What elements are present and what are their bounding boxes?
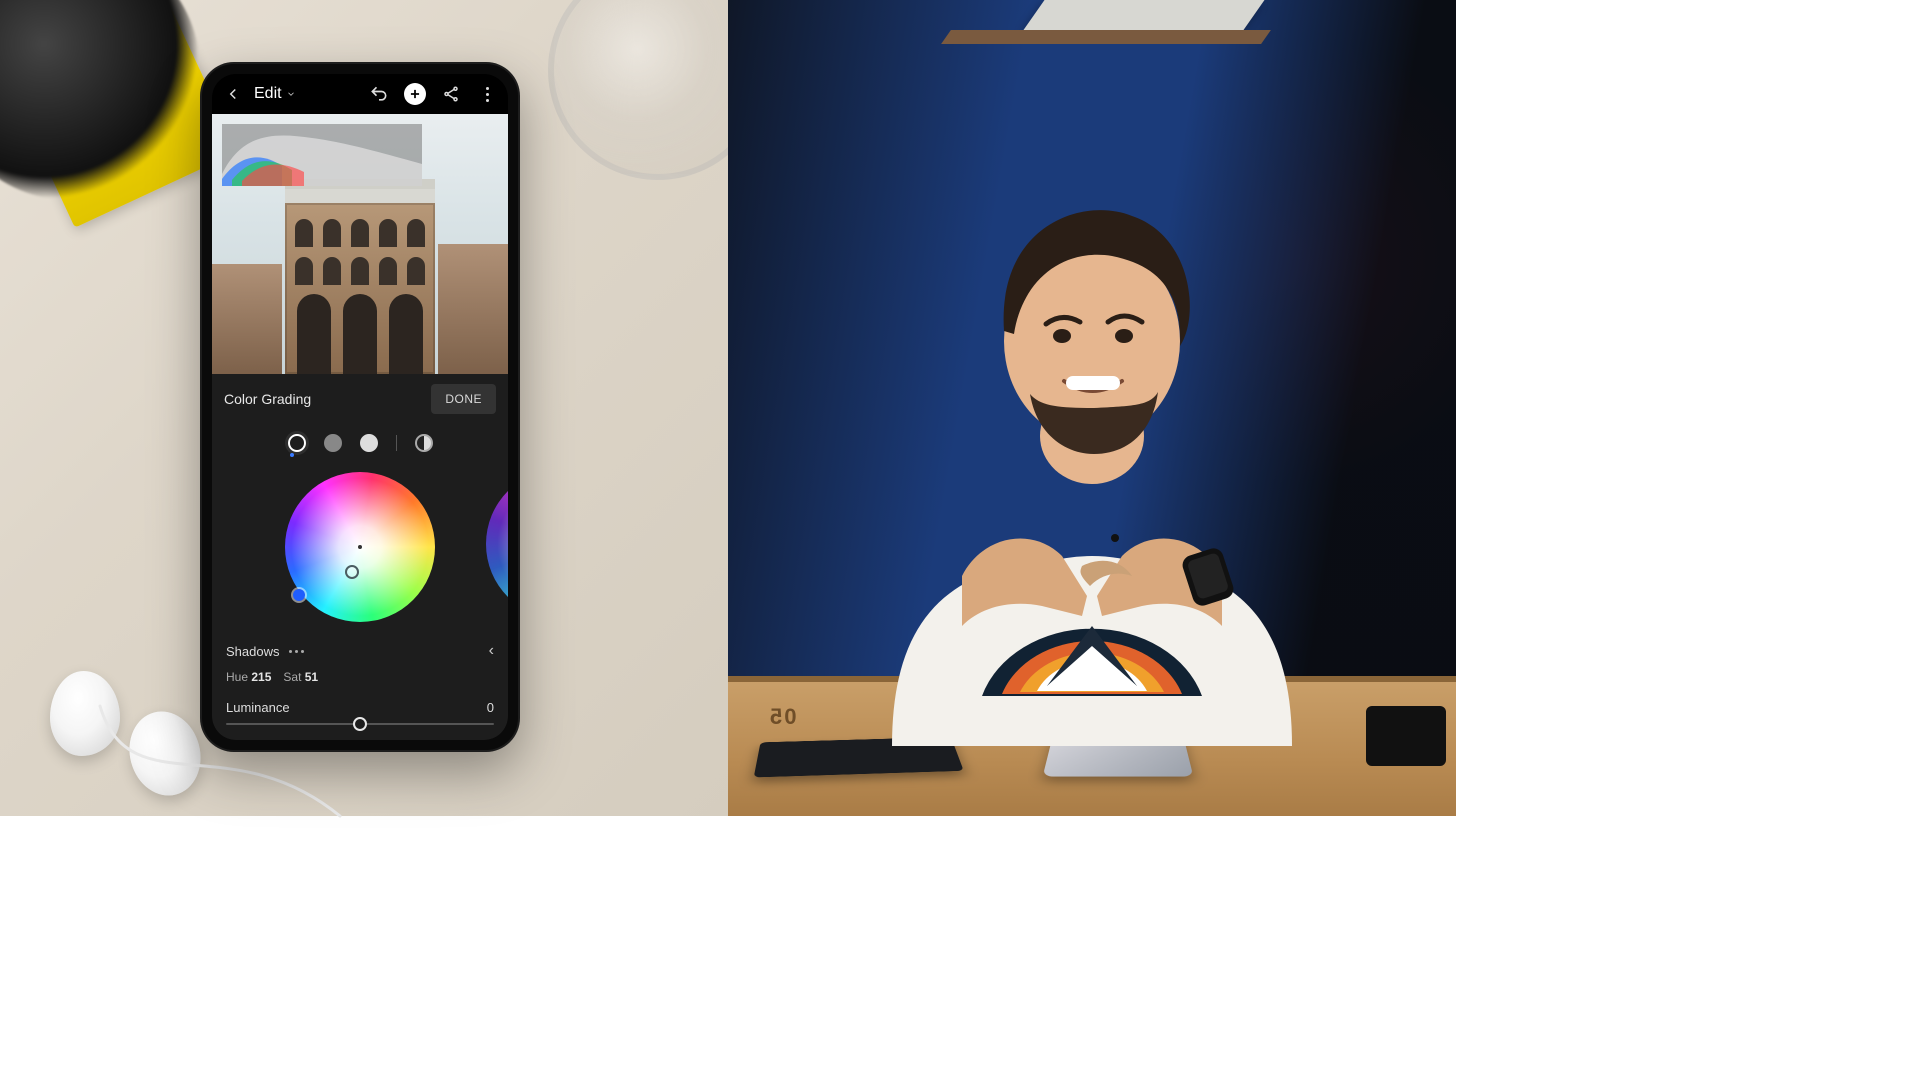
earbud-prop <box>120 703 210 803</box>
hue-label: Hue <box>226 670 248 684</box>
app-top-bar: Edit <box>212 74 508 114</box>
hue-sat-readout: Hue 215 Sat 51 <box>212 666 508 694</box>
more-h-icon[interactable] <box>289 650 304 653</box>
earbud-prop <box>50 671 120 756</box>
color-wheel-area <box>212 458 508 630</box>
slider-thumb[interactable] <box>353 717 367 731</box>
sat-label: Sat <box>283 670 301 684</box>
hue-value: 215 <box>251 670 271 684</box>
tone-midtones[interactable] <box>324 434 342 452</box>
section-label: Shadows <box>226 644 279 659</box>
tone-separator <box>396 435 397 451</box>
tone-selector-row <box>212 424 508 458</box>
photo-building <box>285 189 435 374</box>
wheel-selector-ring[interactable] <box>345 565 359 579</box>
panel-title: Color Grading <box>224 391 311 407</box>
add-icon[interactable] <box>404 83 426 105</box>
left-desk-scene: Edit <box>0 0 728 816</box>
chevron-down-icon <box>286 89 296 99</box>
chevron-left-icon[interactable]: ‹ <box>489 642 494 660</box>
presenter-figure <box>832 106 1352 746</box>
more-icon[interactable] <box>476 83 498 105</box>
adjacent-wheel-peek <box>486 469 508 619</box>
luminance-slider[interactable] <box>212 717 508 740</box>
done-button[interactable]: DONE <box>431 384 496 414</box>
desk-number-left: 05 <box>768 704 796 730</box>
color-wheel[interactable] <box>285 472 435 622</box>
luminance-value: 0 <box>487 700 494 715</box>
panel-header: Color Grading DONE <box>212 374 508 424</box>
mode-label: Edit <box>254 85 282 103</box>
phone-device: Edit <box>200 62 520 752</box>
ceiling-beam <box>941 30 1271 44</box>
tone-highlights[interactable] <box>360 434 378 452</box>
luminance-label: Luminance <box>226 700 290 715</box>
back-icon[interactable] <box>222 83 244 105</box>
desk-gadget-prop <box>1366 706 1446 766</box>
luminance-row: Luminance 0 <box>212 694 508 717</box>
tone-shadows[interactable] <box>288 434 306 452</box>
share-icon[interactable] <box>440 83 462 105</box>
ceiling-beam <box>1023 0 1264 30</box>
photo-preview[interactable] <box>212 114 508 374</box>
undo-icon[interactable] <box>368 83 390 105</box>
tone-indicator-dot <box>290 453 294 457</box>
tone-global[interactable] <box>415 434 433 452</box>
app-screen: Edit <box>212 74 508 740</box>
wheel-center-dot <box>358 545 362 549</box>
histogram-overlay <box>222 124 422 186</box>
sat-value: 51 <box>305 670 318 684</box>
mode-dropdown[interactable]: Edit <box>254 85 296 103</box>
section-row[interactable]: Shadows ‹ <box>212 630 508 666</box>
presenter-scene: 05 04 <box>728 0 1456 816</box>
wheel-hue-cursor[interactable] <box>293 589 305 601</box>
